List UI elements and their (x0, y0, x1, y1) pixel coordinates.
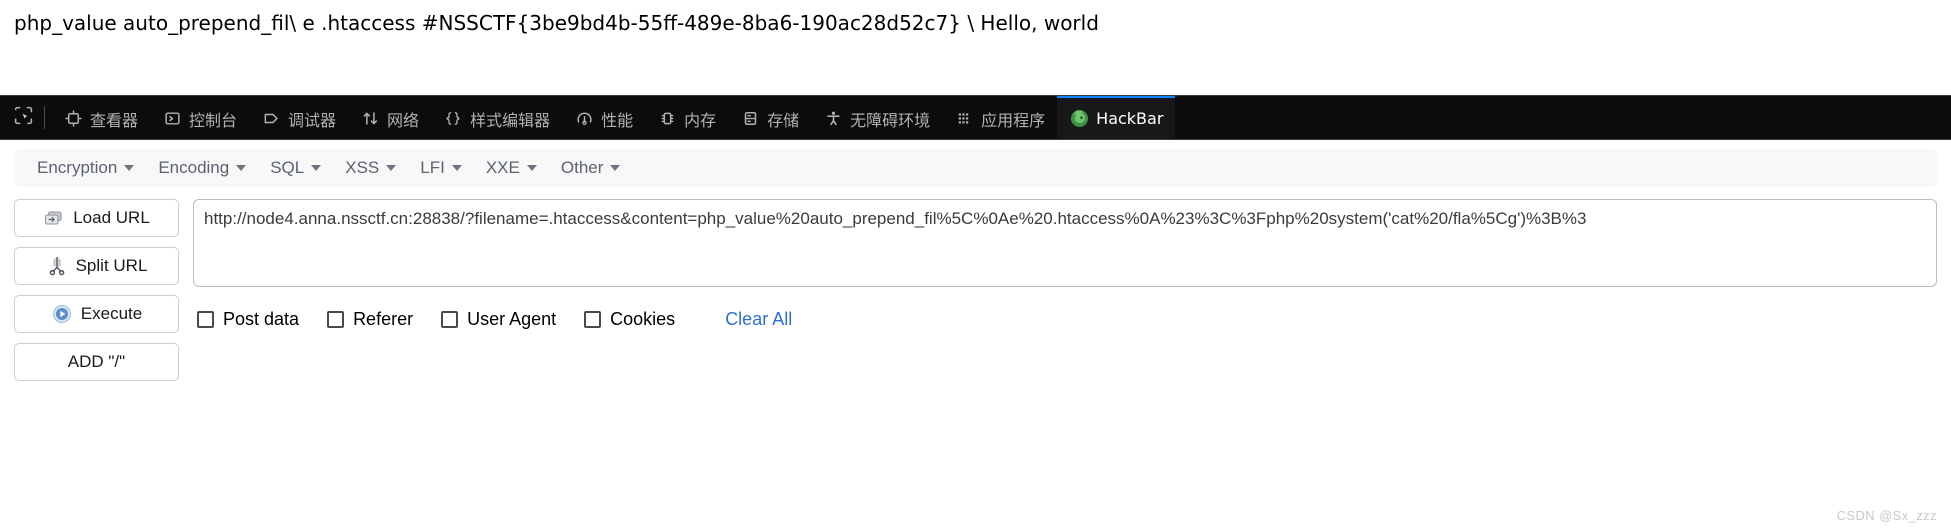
style-editor-icon (443, 109, 463, 129)
split-url-button[interactable]: Split URL (14, 247, 179, 285)
button-label: ADD "/" (67, 352, 126, 371)
menu-xxe[interactable]: XXE (475, 153, 548, 183)
tab-label: 应用程序 (981, 110, 1046, 130)
hackbar-menubar: Encryption Encoding SQL XSS LFI XXE Othe… (14, 149, 1937, 187)
tab-label: 控制台 (189, 110, 238, 130)
chevron-down-icon (386, 165, 397, 171)
page-body-text: php_value auto_prepend_fil\ e .htaccess … (14, 11, 1099, 35)
load-url-button[interactable]: Load URL (14, 199, 179, 237)
execute-button[interactable]: Execute (14, 295, 179, 333)
tab-accessibility[interactable]: 无障碍环境 (811, 96, 942, 139)
option-label: Post data (223, 309, 300, 329)
inspector-icon (63, 109, 83, 129)
tab-label: 调试器 (288, 110, 337, 130)
menu-label: XSS (345, 158, 380, 177)
accessibility-icon (823, 109, 843, 129)
menu-sql[interactable]: SQL (259, 153, 332, 183)
menu-label: Encryption (37, 158, 118, 177)
chevron-down-icon (451, 165, 462, 171)
load-url-icon (43, 208, 65, 228)
element-picker-icon (13, 105, 34, 131)
application-icon (954, 109, 974, 129)
tab-label: 性能 (601, 110, 634, 130)
button-label: Load URL (73, 208, 150, 227)
tab-label: 网络 (387, 110, 420, 130)
hackbar-icon (1069, 109, 1089, 129)
rendered-page-content: php_value auto_prepend_fil\ e .htaccess … (0, 0, 1951, 95)
option-post-data[interactable]: Post data (197, 309, 299, 330)
menu-xss[interactable]: XSS (334, 153, 407, 183)
tab-hackbar[interactable]: HackBar (1057, 96, 1176, 139)
chevron-down-icon (610, 165, 621, 171)
tab-network[interactable]: 网络 (348, 96, 431, 139)
menu-lfi[interactable]: LFI (409, 153, 473, 183)
memory-icon (657, 109, 677, 129)
option-user-agent[interactable]: User Agent (441, 309, 556, 330)
csdn-watermark: CSDN @Sx_zzz (1836, 508, 1937, 523)
tab-label: 无障碍环境 (850, 110, 931, 130)
clear-all-link[interactable]: Clear All (725, 309, 792, 330)
tab-application[interactable]: 应用程序 (942, 96, 1057, 139)
option-label: Cookies (610, 309, 676, 329)
hackbar-url-section: Post data Referer User Agent Cookies Cle… (193, 199, 1937, 381)
add-slash-button[interactable]: ADD "/" (14, 343, 179, 381)
referer-checkbox[interactable] (327, 311, 345, 328)
option-cookies[interactable]: Cookies (584, 309, 675, 330)
button-label: Split URL (75, 256, 148, 275)
menu-encryption[interactable]: Encryption (26, 153, 145, 183)
option-referer[interactable]: Referer (327, 309, 413, 330)
storage-icon (740, 109, 760, 129)
tab-label: 内存 (684, 110, 717, 130)
hackbar-body: Load URL Split URL Execute ADD "/" http:… (0, 187, 1951, 381)
menu-other[interactable]: Other (550, 153, 632, 183)
option-label: Referer (353, 309, 414, 329)
tab-label: HackBar (1096, 109, 1164, 128)
tab-memory[interactable]: 内存 (645, 96, 728, 139)
console-icon (162, 109, 182, 129)
menu-label: XXE (485, 158, 520, 177)
menu-label: Encoding (158, 158, 230, 177)
menu-label: LFI (420, 158, 445, 177)
hackbar-action-buttons: Load URL Split URL Execute ADD "/" (14, 199, 179, 381)
tab-console[interactable]: 控制台 (150, 96, 249, 139)
debugger-icon (261, 109, 281, 129)
menu-encoding[interactable]: Encoding (147, 153, 257, 183)
menu-label: SQL (270, 158, 305, 177)
tab-performance[interactable]: 性能 (562, 96, 645, 139)
devtools-tab-list: 查看器 控制台 调试器 网络 样式编辑器 性能 内存 存储 无障碍环境 应用程序… (51, 96, 1176, 139)
network-icon (360, 109, 380, 129)
post-data-checkbox[interactable] (197, 311, 214, 328)
toolbar-divider (44, 106, 45, 129)
execute-icon (51, 304, 73, 324)
hackbar-options-row: Post data Referer User Agent Cookies Cle… (193, 309, 1937, 330)
split-url-icon (46, 256, 68, 276)
tab-inspector[interactable]: 查看器 (51, 96, 150, 139)
menu-label: Other (560, 158, 604, 177)
chevron-down-icon (311, 165, 322, 171)
element-picker-button[interactable] (2, 96, 44, 139)
tab-storage[interactable]: 存储 (728, 96, 811, 139)
chevron-down-icon (236, 165, 247, 171)
cookies-checkbox[interactable] (584, 311, 602, 328)
tab-debugger[interactable]: 调试器 (249, 96, 348, 139)
tab-label: 样式编辑器 (470, 110, 551, 130)
tab-label: 存储 (767, 110, 800, 130)
option-label: User Agent (467, 309, 557, 329)
tab-style-editor[interactable]: 样式编辑器 (431, 96, 562, 139)
chevron-down-icon (526, 165, 537, 171)
url-input[interactable] (193, 199, 1937, 287)
performance-icon (574, 109, 594, 129)
tab-label: 查看器 (90, 110, 139, 130)
button-label: Execute (80, 304, 143, 323)
user-agent-checkbox[interactable] (441, 311, 459, 328)
chevron-down-icon (124, 165, 135, 171)
devtools-toolbar: 查看器 控制台 调试器 网络 样式编辑器 性能 内存 存储 无障碍环境 应用程序… (0, 95, 1951, 140)
